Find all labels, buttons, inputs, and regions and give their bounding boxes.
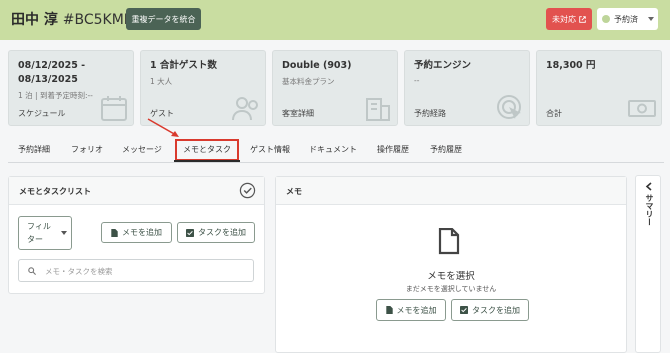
- empty-state-subtitle: まだメモを選択していません: [405, 285, 497, 293]
- search-input[interactable]: メモ・タスクを検索: [18, 259, 254, 282]
- chevron-left-icon: [645, 182, 652, 191]
- calendar-icon: [101, 96, 127, 121]
- panel-title: メモとタスクリスト: [19, 187, 91, 196]
- card-line2: --: [414, 76, 420, 85]
- add-memo-label: メモを追加: [122, 228, 162, 237]
- filter-label: フィルター: [27, 222, 51, 244]
- reservation-status-dropdown[interactable]: 予約済: [597, 8, 658, 30]
- chevron-down-icon: [61, 231, 67, 235]
- people-icon: [232, 97, 258, 121]
- building-icon: [366, 98, 390, 121]
- card-label: 合計: [546, 109, 562, 118]
- chevron-down-icon: [648, 17, 654, 21]
- room-details-card[interactable]: Double (903) 基本料金プラン 客室詳細: [272, 50, 398, 126]
- tab-folio[interactable]: フォリオ: [71, 144, 103, 155]
- guest-card[interactable]: 1 合計ゲスト数 1 大人 ゲスト: [140, 50, 266, 126]
- status-label: 予約済: [614, 14, 638, 24]
- panel-header: メモとタスクリスト: [9, 177, 264, 205]
- merge-duplicates-button[interactable]: 重複データを統合: [126, 8, 201, 30]
- add-memo-button[interactable]: メモを追加: [376, 299, 446, 321]
- tab-memos-tasks[interactable]: メモとタスク: [175, 139, 239, 161]
- card-label: 予約経路: [414, 109, 446, 118]
- money-icon: [628, 100, 656, 117]
- summary-sidebar[interactable]: サマリー: [635, 175, 661, 353]
- unsupported-label: 未対応: [552, 14, 576, 24]
- add-task-label: タスクを追加: [198, 228, 246, 237]
- tab-reservation-history[interactable]: 予約履歴: [430, 144, 462, 155]
- check-circle-icon[interactable]: [239, 182, 256, 199]
- external-link-icon: [579, 15, 586, 23]
- panel-title: メモ: [286, 187, 302, 196]
- booking-channel-card[interactable]: 予約エンジン -- 予約経路: [404, 50, 530, 126]
- add-memo-label: メモを追加: [396, 305, 437, 315]
- panel-header: メモ: [276, 177, 626, 205]
- card-line1: 18,300 円: [546, 60, 596, 71]
- card-line1: 1 合計ゲスト数: [150, 60, 217, 71]
- status-dot-icon: [602, 15, 610, 23]
- add-task-label: タスクを追加: [472, 305, 520, 315]
- annotation-arrow-icon: [147, 118, 179, 137]
- document-icon: [438, 228, 460, 255]
- card-line1: Double (903): [282, 60, 352, 71]
- tab-documents[interactable]: ドキュメント: [309, 144, 357, 155]
- reservation-tabs: 予約詳細 フォリオ メッセージ メモとタスク ゲスト情報 ドキュメント 操作履歴…: [8, 139, 664, 163]
- add-task-button[interactable]: タスクを追加: [451, 299, 529, 321]
- active-tab-indicator: [174, 160, 240, 162]
- tab-guest-info[interactable]: ゲスト情報: [250, 144, 290, 155]
- task-icon: [186, 228, 194, 237]
- task-icon: [460, 306, 468, 314]
- total-card[interactable]: 18,300 円 合計: [536, 50, 662, 126]
- tab-reservation-details[interactable]: 予約詳細: [18, 144, 50, 155]
- card-line2: 基本料金プラン: [282, 77, 335, 86]
- search-icon: [28, 267, 36, 275]
- cursor-click-icon: [497, 95, 521, 119]
- memo-icon: [111, 228, 118, 237]
- memo-panel: メモ: [275, 176, 627, 353]
- tab-messages[interactable]: メッセージ: [122, 144, 162, 155]
- card-line1: 08/12/2025 -08/13/2025: [18, 60, 86, 85]
- add-task-button[interactable]: タスクを追加: [177, 222, 255, 243]
- unsupported-status-button[interactable]: 未対応: [546, 8, 592, 30]
- empty-state-title: メモを選択: [427, 271, 475, 282]
- card-line1: 予約エンジン: [414, 60, 472, 71]
- card-line2: 1 大人: [150, 77, 173, 86]
- summary-label: サマリー: [645, 194, 654, 226]
- memo-icon: [385, 306, 393, 314]
- guest-name: 田中 淳: [11, 12, 58, 28]
- schedule-card[interactable]: 08/12/2025 -08/13/2025 1 泊 | 到着予定時刻:-- ス…: [8, 50, 134, 126]
- search-placeholder: メモ・タスクを検索: [45, 267, 113, 276]
- card-label: 客室詳細: [282, 109, 314, 118]
- tab-operation-history[interactable]: 操作履歴: [377, 144, 409, 155]
- card-label: スケジュール: [18, 109, 66, 118]
- add-memo-button[interactable]: メモを追加: [101, 222, 172, 243]
- filter-dropdown[interactable]: フィルター: [18, 216, 72, 250]
- reservation-header: 田中 淳 #BC5KMF-1 重複データを統合 未対応 予約済: [0, 0, 670, 40]
- card-line2: 1 泊 | 到着予定時刻:--: [18, 91, 93, 100]
